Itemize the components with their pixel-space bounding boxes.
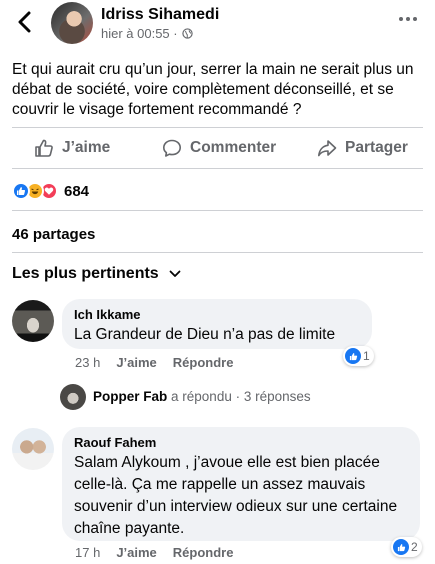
divider [12,252,423,253]
globe-icon [181,28,193,39]
comment-reaction-count: 2 [411,540,418,554]
like-button-label: J’aime [62,139,111,156]
comment-time: 23 h [75,355,101,370]
commenter-avatar[interactable] [12,428,54,470]
replies-text: a répondu · 3 réponses [171,389,311,404]
divider [12,168,423,169]
action-bar: J’aime Commenter Partager [0,130,435,168]
post-text: Et qui aurait cru qu’un jour, serrer la … [12,61,414,118]
sort-label: Les plus pertinents [12,265,159,282]
view-replies-link[interactable]: Popper Fab a répondu · 3 réponses [93,389,311,404]
post-header: Idriss Sihamedi hier à 00:55 · [0,0,435,52]
commenter-name[interactable]: Ich Ikkame [74,307,360,322]
reactions-summary[interactable]: 684 [12,181,89,201]
comment-reply-link[interactable]: Répondre [173,545,234,560]
comment-button[interactable]: Commenter [162,138,276,158]
reaction-count: 684 [64,182,90,200]
like-reaction-icon [12,182,30,200]
comment-reactions[interactable]: 2 [391,537,422,557]
comment-text: La Grandeur de Dieu n’a pas de limite [74,326,336,343]
post-timestamp[interactable]: hier à 00:55 · [101,26,178,41]
commenter-name[interactable]: Raouf Fahem [74,435,408,450]
thumbs-up-icon [35,139,53,157]
comment-text: Salam Alykoum , j’avoue elle est bien pl… [74,454,398,537]
replier-name: Popper Fab [93,389,168,404]
comment-meta: 23 h J’aime Répondre [75,355,249,370]
post-meta: hier à 00:55 · [101,26,193,41]
like-reaction-icon [345,348,361,364]
share-arrow-icon [318,140,337,157]
comment-button-label: Commenter [190,139,277,156]
comment-reactions[interactable]: 1 [343,346,374,366]
divider [12,210,423,211]
comment-bubble: Raouf Fahem Salam Alykoum , j’avoue elle… [62,427,420,541]
comment-bubble: Ich Ikkame La Grandeur de Dieu n’a pas d… [62,299,372,349]
author-avatar[interactable] [51,2,93,44]
comment-meta: 17 h J’aime Répondre [75,545,249,560]
comment-reply-link[interactable]: Répondre [173,355,234,370]
comment-time: 17 h [75,545,101,560]
divider [12,127,423,128]
comment-like-link[interactable]: J’aime [116,545,156,560]
shares-count[interactable]: 46 partages [12,226,95,243]
comment-icon [163,139,181,157]
chevron-left-icon[interactable] [10,8,38,36]
like-reaction-icon [393,539,409,555]
comment-sort-dropdown[interactable]: Les plus pertinents [12,265,181,283]
chevron-down-icon [169,270,181,277]
replier-avatar[interactable] [60,384,86,410]
share-button-label: Partager [345,139,408,156]
comment-like-link[interactable]: J’aime [116,355,156,370]
commenter-avatar[interactable] [12,300,54,342]
like-button[interactable]: J’aime [34,138,110,158]
more-horizontal-icon[interactable] [399,12,421,26]
share-button[interactable]: Partager [317,138,408,158]
author-name[interactable]: Idriss Sihamedi [101,6,219,24]
comment-reaction-count: 1 [363,349,370,363]
